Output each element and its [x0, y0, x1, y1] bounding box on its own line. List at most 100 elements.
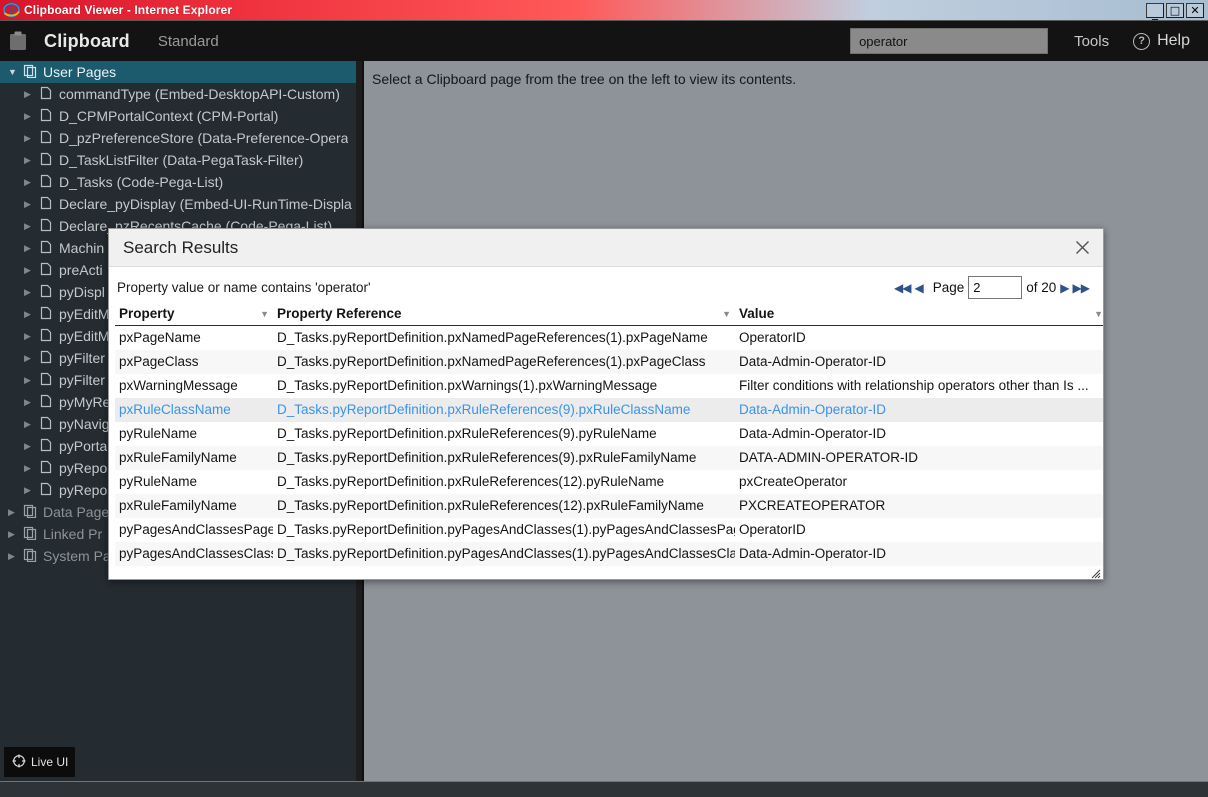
cell-property: pyRuleName	[119, 426, 198, 441]
cell-value: Data-Admin-Operator-ID	[735, 398, 1103, 422]
cell-value: Data-Admin-Operator-ID	[735, 542, 1103, 566]
cell-property-reference: D_Tasks.pyReportDefinition.pxRuleReferen…	[277, 426, 657, 441]
table-row[interactable]: pyRuleName D_Tasks.pyReportDefinition.pxR…	[115, 422, 1103, 446]
page-icon	[39, 482, 53, 499]
tree-item[interactable]: ▶ D_CPMPortalContext (CPM-Portal)	[0, 105, 356, 127]
chevron-right-icon[interactable]: ▶	[24, 221, 36, 231]
chevron-down-icon[interactable]: ▼	[8, 67, 20, 77]
table-row[interactable]: pyPagesAndClassesPage D_Tasks.pyReportDef…	[115, 518, 1103, 542]
chevron-right-icon[interactable]: ▶	[24, 309, 36, 319]
prev-page-icon[interactable]: ◀	[915, 281, 924, 295]
sort-caret-icon[interactable]: ▼	[260, 309, 269, 319]
bottom-status-strip	[0, 781, 1208, 797]
sort-caret-icon[interactable]: ▼	[1094, 309, 1103, 319]
table-row[interactable]: pxRuleFamilyName D_Tasks.pyReportDefiniti…	[115, 494, 1103, 518]
column-label: Value	[739, 306, 775, 321]
last-page-icon[interactable]: ▶▶	[1073, 281, 1090, 295]
table-row[interactable]: pxPageName D_Tasks.pyReportDefinition.pxN…	[115, 326, 1103, 351]
table-row[interactable]: pxRuleClassName D_Tasks.pyReportDefinitio…	[115, 398, 1103, 422]
chevron-right-icon[interactable]: ▶	[24, 243, 36, 253]
chevron-right-icon[interactable]: ▶	[24, 397, 36, 407]
live-ui-button[interactable]: Live UI	[4, 747, 75, 777]
cell-property-reference: D_Tasks.pyReportDefinition.pxNamedPageRe…	[273, 350, 735, 374]
tree-item-label: Machin	[59, 240, 105, 256]
tree-item-label: D_Tasks (Code-Pega-List)	[59, 174, 224, 190]
window-controls: _ □ ✕	[1146, 2, 1204, 19]
table-row[interactable]: pxWarningMessage D_Tasks.pyReportDefiniti…	[115, 374, 1103, 398]
tree-item-label: D_pzPreferenceStore (Data-Preference-Ope…	[59, 130, 349, 146]
cell-property-reference: D_Tasks.pyReportDefinition.pyPagesAndCla…	[277, 522, 735, 537]
minimize-button[interactable]: _	[1146, 2, 1164, 19]
tree-group-label: Data Page	[43, 504, 110, 520]
table-row[interactable]: pxRuleFamilyName D_Tasks.pyReportDefiniti…	[115, 446, 1103, 470]
resize-grip-icon[interactable]	[1089, 566, 1101, 579]
help-label: Help	[1157, 32, 1190, 49]
tree-item-user-pages[interactable]: ▼ User Pages	[0, 61, 356, 83]
next-page-icon[interactable]: ▶	[1060, 281, 1069, 295]
help-menu[interactable]: ? Help	[1133, 32, 1190, 50]
chevron-right-icon[interactable]: ▶	[24, 287, 36, 297]
chevron-right-icon[interactable]: ▶	[8, 551, 20, 561]
tree-item-label: Declare_pyDisplay (Embed-UI-RunTime-Disp…	[59, 196, 352, 212]
chevron-right-icon[interactable]: ▶	[24, 353, 36, 363]
close-button[interactable]: ✕	[1186, 2, 1204, 18]
sort-caret-icon[interactable]: ▼	[722, 309, 731, 319]
pagination-controls: ◀◀ ◀ Page of 20 ▶ ▶▶	[894, 276, 1090, 299]
empty-state-message: Select a Clipboard page from the tree on…	[372, 71, 797, 87]
column-label: Property Reference	[277, 306, 402, 321]
cell-property-reference: D_Tasks.pyReportDefinition.pxRuleReferen…	[273, 398, 735, 422]
column-header-value[interactable]: Value ▼	[735, 303, 1103, 326]
cell-property-reference: D_Tasks.pyReportDefinition.pxRuleReferen…	[273, 446, 735, 470]
first-page-icon[interactable]: ◀◀	[894, 281, 911, 295]
dialog-title: Search Results	[123, 237, 239, 257]
tools-menu[interactable]: Tools	[1074, 33, 1109, 50]
cell-value: pxCreateOperator	[739, 474, 848, 489]
maximize-button[interactable]: □	[1166, 2, 1184, 18]
chevron-right-icon[interactable]: ▶	[8, 507, 20, 517]
chevron-right-icon[interactable]: ▶	[24, 265, 36, 275]
tree-item[interactable]: ▶ Declare_pyDisplay (Embed-UI-RunTime-Dis…	[0, 193, 356, 215]
dialog-titlebar: Search Results	[109, 229, 1103, 267]
table-row[interactable]: pxPageClass D_Tasks.pyReportDefinition.px…	[115, 350, 1103, 374]
cell-value: OperatorID	[739, 330, 806, 345]
chevron-right-icon[interactable]: ▶	[24, 133, 36, 143]
cell-value: PXCREATEOPERATOR	[735, 494, 1103, 518]
dialog-subheader: Property value or name contains 'operato…	[109, 267, 1103, 303]
search-results-dialog: Search Results Property value or name co…	[108, 228, 1104, 580]
chevron-right-icon[interactable]: ▶	[8, 529, 20, 539]
page-icon	[39, 306, 53, 323]
tree-item[interactable]: ▶ D_pzPreferenceStore (Data-Preference-Op…	[0, 127, 356, 149]
search-input[interactable]	[850, 28, 1049, 54]
live-ui-label: Live UI	[31, 755, 69, 769]
tree-item[interactable]: ▶ commandType (Embed-DesktopAPI-Custom)	[0, 83, 356, 105]
chevron-right-icon[interactable]: ▶	[24, 331, 36, 341]
chevron-right-icon[interactable]: ▶	[24, 177, 36, 187]
chevron-right-icon[interactable]: ▶	[24, 485, 36, 495]
tree-item[interactable]: ▶ D_TaskListFilter (Data-PegaTask-Filter)	[0, 149, 356, 171]
chevron-right-icon[interactable]: ▶	[24, 199, 36, 209]
cell-value: Data-Admin-Operator-ID	[739, 426, 887, 441]
close-icon[interactable]	[1067, 233, 1097, 263]
page-icon	[39, 350, 53, 367]
tree-group-label: Linked Pr	[43, 526, 103, 542]
chevron-right-icon[interactable]: ▶	[24, 155, 36, 165]
results-table-body: pxPageName D_Tasks.pyReportDefinition.pxN…	[115, 326, 1103, 566]
svg-text:e: e	[9, 5, 16, 18]
table-row[interactable]: pyRuleName D_Tasks.pyReportDefinition.pxR…	[115, 470, 1103, 494]
tree-item[interactable]: ▶ D_Tasks (Code-Pega-List)	[0, 171, 356, 193]
pages-icon	[23, 504, 37, 521]
chevron-right-icon[interactable]: ▶	[24, 111, 36, 121]
tree-item-label: User Pages	[43, 64, 117, 80]
chevron-right-icon[interactable]: ▶	[24, 375, 36, 385]
chevron-right-icon[interactable]: ▶	[24, 89, 36, 99]
column-header-property[interactable]: Property ▼	[115, 303, 273, 326]
page-number-input[interactable]	[968, 276, 1023, 299]
tree-item-label: pyPorta	[59, 438, 108, 454]
table-row[interactable]: pyPagesAndClassesClass D_Tasks.pyReportDe…	[115, 542, 1103, 566]
chevron-right-icon[interactable]: ▶	[24, 463, 36, 473]
window-titlebar: e Clipboard Viewer - Internet Explorer _…	[0, 0, 1208, 21]
chevron-right-icon[interactable]: ▶	[24, 419, 36, 429]
chevron-right-icon[interactable]: ▶	[24, 441, 36, 451]
column-header-property-reference[interactable]: Property Reference ▼	[273, 303, 735, 326]
dialog-footer	[109, 567, 1103, 579]
